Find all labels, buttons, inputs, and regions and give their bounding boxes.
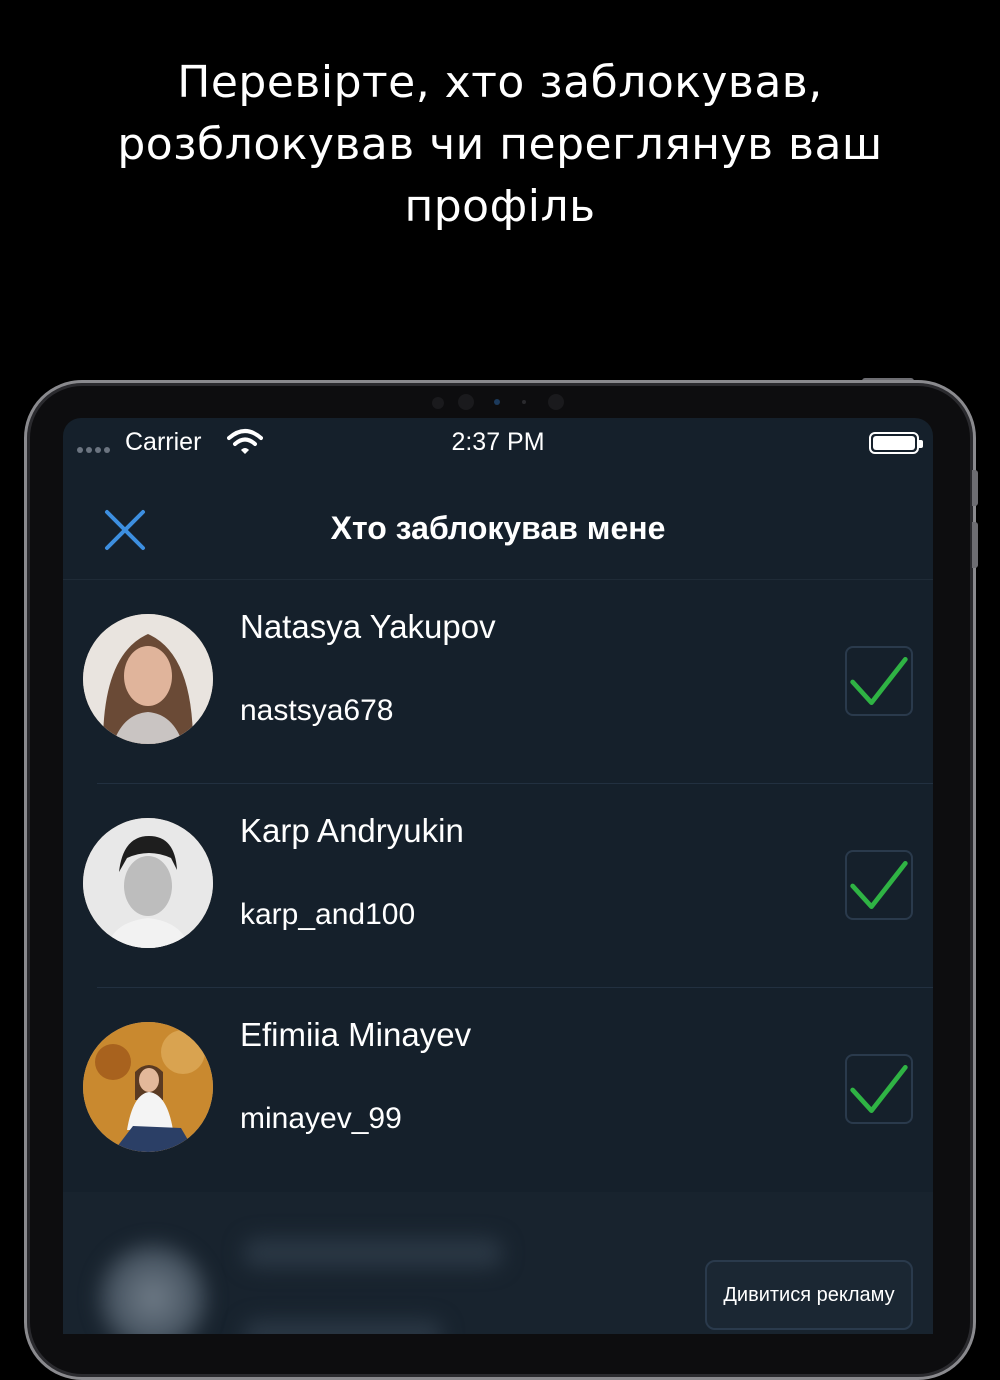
device-volume-up-button	[972, 470, 978, 506]
list-item[interactable]: Efimiia Minayev minayev_99	[63, 988, 933, 1192]
blurred-handle	[243, 1320, 443, 1334]
user-handle: karp_and100	[240, 898, 416, 931]
headline-line-3: профіль	[404, 181, 596, 232]
user-handle: minayev_99	[240, 1102, 402, 1135]
navigation-bar: Хто заблокував мене	[63, 492, 933, 580]
watch-ad-button[interactable]: Дивитися рекламу	[705, 1260, 913, 1330]
avatar	[83, 818, 213, 948]
headline-line-2: розблокував чи переглянув ваш	[117, 119, 883, 170]
avatar	[83, 614, 213, 744]
user-name: Efimiia Minayev	[240, 1016, 472, 1053]
camera-array	[430, 394, 570, 410]
blurred-name	[243, 1238, 503, 1268]
user-name: Karp Andryukin	[240, 812, 464, 849]
page-title: Хто заблокував мене	[330, 510, 666, 546]
app-screen: Carrier 2:37 PM Хто заблокував мене Nata…	[63, 418, 933, 1334]
blocked-users-list: Natasya Yakupov nastsya678 Karp Andryuki…	[63, 580, 933, 1192]
blurred-avatar	[93, 1238, 213, 1334]
user-handle: nastsya678	[240, 694, 394, 727]
battery-icon	[869, 432, 923, 454]
checkmark-icon	[850, 860, 908, 909]
list-item[interactable]: Natasya Yakupov nastsya678	[63, 580, 933, 784]
list-item[interactable]: Karp Andryukin karp_and100	[63, 784, 933, 988]
checkbox[interactable]	[845, 646, 913, 716]
headline-line-1: Перевірте, хто заблокував,	[177, 57, 823, 108]
status-bar: Carrier 2:37 PM	[63, 418, 933, 468]
device-volume-down-button	[972, 522, 978, 568]
checkmark-icon	[850, 1065, 908, 1113]
checkbox[interactable]	[845, 1054, 913, 1124]
headline: Перевірте, хто заблокував, розблокував ч…	[0, 52, 1000, 238]
user-name: Natasya Yakupov	[240, 608, 496, 645]
status-time: 2:37 PM	[451, 428, 545, 456]
checkmark-icon	[850, 656, 908, 705]
checkbox[interactable]	[845, 850, 913, 920]
avatar	[83, 1022, 213, 1152]
